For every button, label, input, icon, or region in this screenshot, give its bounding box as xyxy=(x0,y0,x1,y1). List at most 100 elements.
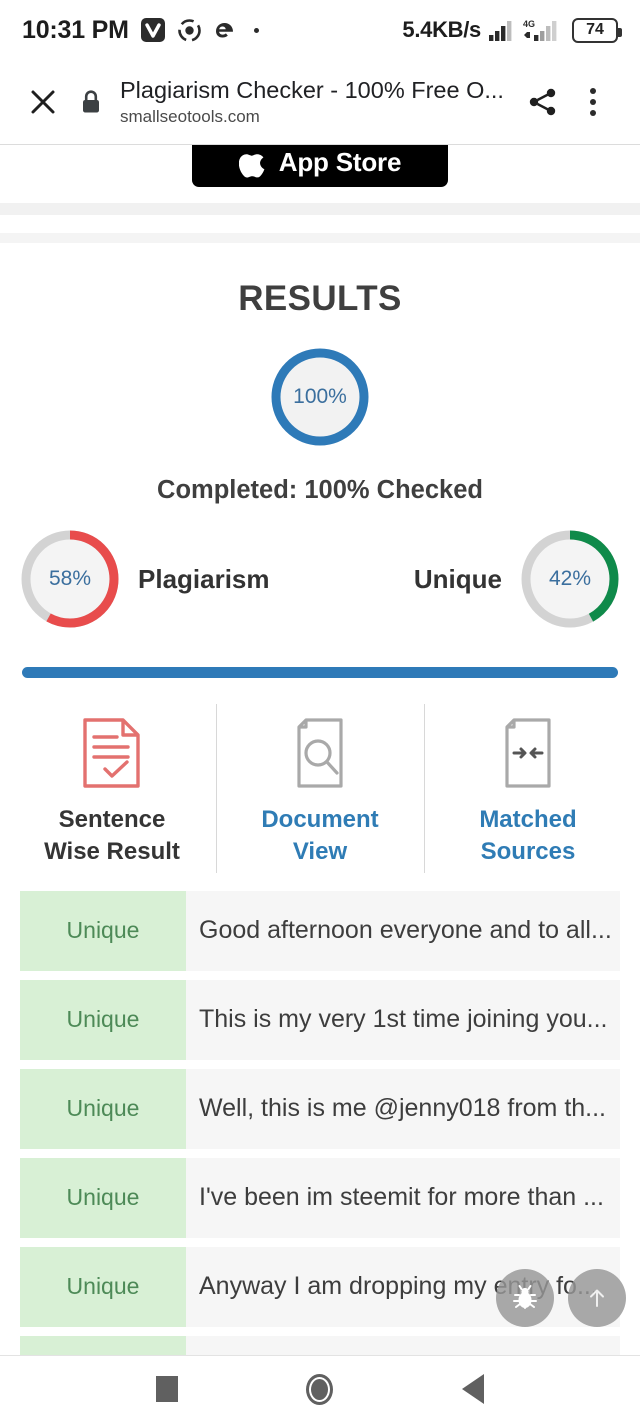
android-navigation-bar xyxy=(0,1355,640,1422)
signal-bars-2-4g-icon: 4G xyxy=(522,18,562,42)
tab-document-view[interactable]: Document View xyxy=(216,700,424,877)
results-card: RESULTS 100% Completed: 100% Checked 58%… xyxy=(0,243,640,1355)
battery-level-label: 74 xyxy=(586,21,604,38)
results-heading: RESULTS xyxy=(238,279,402,318)
tab-document-view-label: Document View xyxy=(261,804,378,869)
unique-label: Unique xyxy=(413,563,502,594)
page-title: Plagiarism Checker - 100% Free O... xyxy=(120,76,504,103)
app-store-label: App Store xyxy=(278,146,402,177)
url-bar[interactable]: Plagiarism Checker - 100% Free O... smal… xyxy=(108,77,518,127)
status-badge-label: Unique xyxy=(66,1273,140,1300)
document-check-icon xyxy=(81,716,143,790)
plagiarism-stat: 58% Plagiarism xyxy=(18,527,270,631)
completion-ring-wrapper: 100% xyxy=(0,345,640,449)
floating-action-buttons xyxy=(496,1269,626,1327)
section-divider-top xyxy=(0,203,640,215)
stats-row: 58% Plagiarism Unique 42% xyxy=(0,527,640,631)
status-badge: Unique xyxy=(20,979,186,1060)
document-arrows-icon xyxy=(497,716,559,790)
completion-percent-label: 100% xyxy=(293,385,347,408)
tab-label-line2: View xyxy=(292,838,348,866)
app-store-banner[interactable]: App Store xyxy=(0,145,640,203)
sentence-text-cell[interactable] xyxy=(186,1335,620,1355)
status-badge xyxy=(20,1335,186,1355)
page-host: smallseotools.com xyxy=(120,107,260,126)
sentence-text: I've been im steemit for more than ... xyxy=(199,1183,604,1212)
network-speed-label: 5.4KB/s xyxy=(402,17,481,42)
signal-bars-1-icon xyxy=(488,18,515,42)
tab-sentence-wise-result[interactable]: Sentence Wise Result xyxy=(8,700,216,877)
status-badge-label: Unique xyxy=(66,1006,140,1033)
status-badge: Unique xyxy=(20,1068,186,1149)
status-bar-clock: 10:31 PM xyxy=(22,15,129,44)
status-badge: Unique xyxy=(20,1246,186,1327)
sentence-text-cell[interactable]: I've been im steemit for more than ... xyxy=(186,1157,620,1238)
completion-ring: 100% xyxy=(268,345,372,449)
spacer-white xyxy=(0,215,640,233)
status-badge-label: Unique xyxy=(66,917,140,944)
browser-toolbar: Plagiarism Checker - 100% Free O... smal… xyxy=(0,60,640,145)
recents-button[interactable] xyxy=(137,1359,197,1419)
status-bar: 10:31 PM 5.4KB/s 4G 74 xyxy=(0,0,640,60)
sentence-text: Well, this is me @jenny018 from th... xyxy=(199,1094,607,1123)
sentence-text-cell[interactable]: This is my very 1st time joining you... xyxy=(186,979,620,1060)
battery-indicator: 74 xyxy=(572,17,622,43)
app-store-button[interactable]: App Store xyxy=(192,145,448,187)
arrow-up-icon xyxy=(590,1289,604,1307)
sentence-text-cell[interactable]: Good afternoon everyone and to all... xyxy=(186,890,620,971)
more-options-icon xyxy=(590,88,596,116)
tab-sentence-wise-result-label: Sentence Wise Result xyxy=(44,804,180,869)
overflow-menu-button[interactable] xyxy=(568,88,618,116)
results-progress-bar xyxy=(22,667,618,678)
bug-report-fab[interactable] xyxy=(496,1269,554,1327)
tab-label-line1: Matched xyxy=(479,806,577,833)
table-row[interactable] xyxy=(20,1335,620,1355)
phone-screen: 10:31 PM 5.4KB/s 4G 74 Plagiarism Checke… xyxy=(0,0,640,1422)
tab-label-line2: Wise Result xyxy=(44,838,180,866)
document-search-icon xyxy=(289,716,351,790)
status-bar-right: 5.4KB/s 4G 74 xyxy=(402,17,622,43)
status-badge-label: Unique xyxy=(66,1095,140,1122)
bug-icon xyxy=(513,1285,537,1309)
back-button[interactable] xyxy=(443,1359,503,1419)
tab-label-line2: Sources xyxy=(480,838,576,866)
unique-stat: Unique 42% xyxy=(414,527,622,631)
completed-status-text: Completed: 100% Checked xyxy=(157,476,483,504)
table-row[interactable]: Unique Well, this is me @jenny018 from t… xyxy=(20,1068,620,1149)
table-row[interactable]: Unique I've been im steemit for more tha… xyxy=(20,1157,620,1238)
plagiarism-label: Plagiarism xyxy=(138,563,270,594)
unique-percent-label: 42% xyxy=(548,567,592,590)
plagiarism-ring: 58% xyxy=(18,527,122,631)
status-badge-label: Unique xyxy=(66,1184,140,1211)
svg-text:4G: 4G xyxy=(523,19,535,29)
sentence-text: This is my very 1st time joining you... xyxy=(199,1005,608,1034)
scroll-to-top-fab[interactable] xyxy=(568,1269,626,1327)
close-tab-button[interactable] xyxy=(20,87,66,117)
home-circle-icon xyxy=(306,1373,334,1405)
edge-icon xyxy=(213,18,237,42)
tab-label-line1: Document xyxy=(261,806,379,833)
share-button[interactable] xyxy=(518,86,568,118)
share-network-icon xyxy=(177,18,202,43)
section-divider-second xyxy=(0,233,640,243)
lock-icon xyxy=(74,89,108,115)
home-button[interactable] xyxy=(290,1359,350,1419)
unique-ring: 42% xyxy=(518,527,622,631)
status-badge: Unique xyxy=(20,890,186,971)
tab-matched-sources[interactable]: Matched Sources xyxy=(424,700,632,877)
table-row[interactable]: Unique Good afternoon everyone and to al… xyxy=(20,890,620,971)
status-bar-left: 10:31 PM xyxy=(22,16,259,45)
recents-square-icon xyxy=(155,1376,178,1402)
back-triangle-icon xyxy=(462,1374,485,1404)
tab-label-line1: Sentence xyxy=(58,806,166,833)
plagiarism-percent-label: 58% xyxy=(48,567,92,590)
table-row[interactable]: Unique This is my very 1st time joining … xyxy=(20,979,620,1060)
status-badge: Unique xyxy=(20,1157,186,1238)
sentence-text-cell[interactable]: Well, this is me @jenny018 from th... xyxy=(186,1068,620,1149)
tab-matched-sources-label: Matched Sources xyxy=(479,804,576,869)
apple-logo-icon xyxy=(238,154,265,178)
results-tabs: Sentence Wise Result Document View Match… xyxy=(0,700,640,891)
web-page-content: App Store RESULTS 100% Completed: 100% C… xyxy=(0,145,640,1355)
vivaldi-icon xyxy=(140,17,166,43)
sentence-text: Good afternoon everyone and to all... xyxy=(199,916,612,945)
